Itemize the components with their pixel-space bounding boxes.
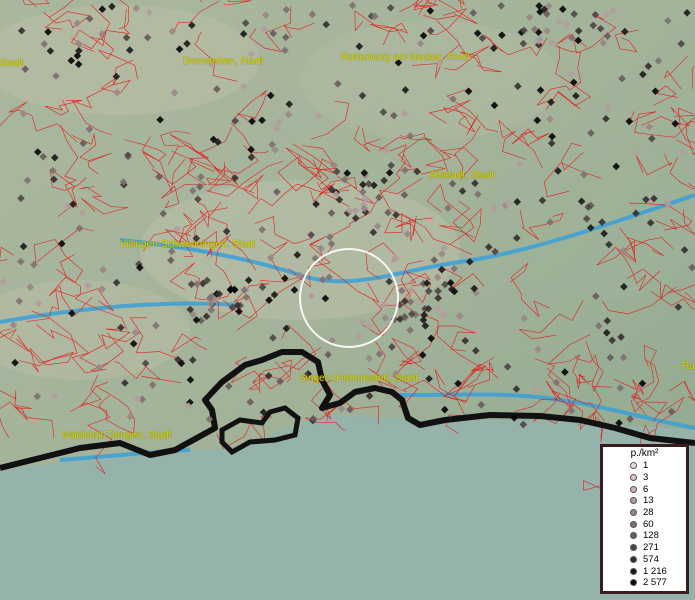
map-canvas[interactable]	[0, 0, 695, 600]
legend-label: 2 577	[643, 577, 667, 589]
legend-entry: 128	[603, 530, 686, 542]
legend-entry: 2 577	[603, 577, 686, 589]
legend-label: 128	[643, 530, 659, 542]
city-label-dornstetten: Dornstetten, Stadt	[183, 56, 264, 67]
legend-entry: 574	[603, 554, 686, 566]
legend-entry: 60	[603, 518, 686, 530]
legend-swatch	[630, 567, 637, 575]
legend-label: 13	[643, 495, 654, 507]
legend-entry: 6	[603, 483, 686, 495]
city-label-rottenburg: Rottenburg am Neckar, Stadt	[341, 52, 470, 63]
legend-label: 6	[643, 483, 649, 495]
city-label-villingen: Villingen-Schwenningen, Stadt	[120, 239, 256, 250]
city-label-singen: Singen (Hohentwiel), Stadt	[299, 373, 418, 384]
city-label-left-edge: Stadt	[0, 58, 24, 69]
legend-swatch	[630, 485, 637, 493]
legend-entry: 1 216	[603, 565, 686, 577]
city-label-right-edge: Ra	[682, 361, 695, 372]
legend-swatch	[630, 474, 637, 482]
legend-swatch	[630, 462, 637, 470]
legend-label: 3	[643, 472, 649, 484]
legend-swatch	[630, 497, 637, 505]
city-label-albstadt: Albstadt, Stadt	[429, 170, 495, 181]
legend-swatch	[630, 544, 637, 552]
density-legend: p./km² 1 3 6 13 28 60 128 271 574 1 216 2 577	[600, 444, 689, 594]
legend-entry: 3	[603, 472, 686, 484]
legend-entry: 271	[603, 542, 686, 554]
legend-title: p./km²	[630, 448, 659, 459]
legend-label: 574	[643, 553, 659, 565]
legend-swatch	[630, 555, 637, 563]
legend-swatch	[630, 579, 637, 587]
legend-swatch	[630, 520, 637, 528]
legend-entry: 13	[603, 495, 686, 507]
legend-label: 1	[643, 460, 649, 472]
city-label-waldshut: Waldshut-Tiengen, Stadt	[62, 430, 172, 441]
legend-label: 60	[643, 518, 654, 530]
legend-label: 1 216	[643, 565, 667, 577]
legend-swatch	[630, 509, 637, 517]
legend-label: 28	[643, 507, 654, 519]
legend-label: 271	[643, 542, 659, 554]
legend-swatch	[630, 532, 637, 540]
legend-entry: 28	[603, 507, 686, 519]
legend-entry: 1	[603, 460, 686, 472]
